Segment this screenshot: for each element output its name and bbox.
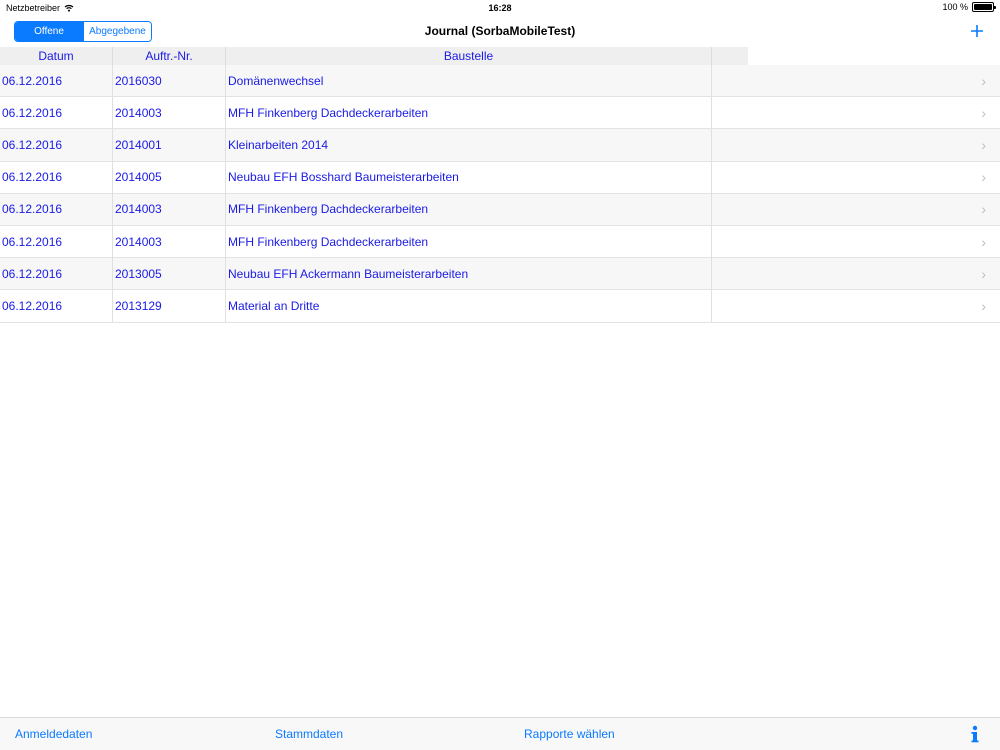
chevron-right-icon: › [981, 169, 986, 186]
row-order-number: 2016030 [113, 65, 226, 97]
row-site: Kleinarbeiten 2014 [226, 129, 712, 161]
anmeldedaten-button[interactable]: Anmeldedaten [15, 727, 92, 741]
column-header-extra [712, 47, 748, 65]
chevron-right-icon: › [981, 136, 986, 153]
status-bar: Netzbetreiber 16:28 100 % [0, 0, 1000, 16]
row-order-number: 2013005 [113, 258, 226, 290]
journal-list: 06.12.2016 2016030 Domänenwechsel › 06.1… [0, 65, 1000, 323]
row-date: 06.12.2016 [0, 258, 113, 290]
row-date: 06.12.2016 [0, 290, 113, 322]
battery-info: 100 % [942, 2, 996, 12]
table-row[interactable]: 06.12.2016 2014003 MFH Finkenberg Dachde… [0, 97, 1000, 130]
info-button[interactable] [970, 724, 980, 744]
table-row[interactable]: 06.12.2016 2013129 Material an Dritte › [0, 290, 1000, 323]
row-order-number: 2014003 [113, 193, 226, 225]
row-order-number: 2014003 [113, 225, 226, 258]
row-date: 06.12.2016 [0, 97, 113, 129]
row-date: 06.12.2016 [0, 193, 113, 225]
battery-icon [972, 2, 996, 12]
chevron-right-icon: › [981, 104, 986, 121]
row-site: Domänenwechsel [226, 65, 712, 97]
column-header-datum[interactable]: Datum [0, 47, 113, 65]
bottom-toolbar: Anmeldedaten Stammdaten Rapporte wählen [0, 717, 1000, 750]
status-time: 16:28 [488, 3, 512, 13]
row-site: MFH Finkenberg Dachdeckerarbeiten [226, 225, 712, 258]
stammdaten-button[interactable]: Stammdaten [275, 727, 343, 741]
table-header: Datum Auftr.-Nr. Baustelle [0, 47, 748, 65]
navigation-bar: Offene Abgegebene Journal (SorbaMobileTe… [0, 16, 1000, 47]
chevron-right-icon: › [981, 72, 986, 89]
chevron-right-icon: › [981, 201, 986, 218]
info-icon [971, 725, 979, 743]
rapporte-waehlen-button[interactable]: Rapporte wählen [524, 727, 615, 741]
chevron-right-icon: › [981, 265, 986, 282]
row-site: Material an Dritte [226, 290, 712, 322]
row-order-number: 2014001 [113, 129, 226, 161]
row-order-number: 2014003 [113, 97, 226, 129]
add-button[interactable] [968, 20, 986, 42]
chevron-right-icon: › [981, 297, 986, 314]
row-date: 06.12.2016 [0, 129, 113, 161]
table-row[interactable]: 06.12.2016 2016030 Domänenwechsel › [0, 65, 1000, 98]
battery-label: 100 % [942, 2, 968, 12]
table-row[interactable]: 06.12.2016 2014005 Neubau EFH Bosshard B… [0, 161, 1000, 194]
row-site: MFH Finkenberg Dachdeckerarbeiten [226, 193, 712, 225]
row-date: 06.12.2016 [0, 225, 113, 258]
table-row[interactable]: 06.12.2016 2014003 MFH Finkenberg Dachde… [0, 225, 1000, 259]
plus-icon [971, 25, 983, 37]
column-header-baustelle[interactable]: Baustelle [226, 47, 712, 65]
page-title: Journal (SorbaMobileTest) [424, 24, 576, 38]
app-screen: Netzbetreiber 16:28 100 % Offene Abgegeb… [0, 0, 1000, 750]
column-header-auftrag[interactable]: Auftr.-Nr. [113, 47, 226, 65]
row-site: Neubau EFH Bosshard Baumeisterarbeiten [226, 161, 712, 193]
table-row[interactable]: 06.12.2016 2014001 Kleinarbeiten 2014 › [0, 129, 1000, 162]
row-date: 06.12.2016 [0, 161, 113, 193]
chevron-right-icon: › [981, 233, 986, 250]
row-site: MFH Finkenberg Dachdeckerarbeiten [226, 97, 712, 129]
row-order-number: 2013129 [113, 290, 226, 322]
table-row[interactable]: 06.12.2016 2014003 MFH Finkenberg Dachde… [0, 193, 1000, 226]
table-row[interactable]: 06.12.2016 2013005 Neubau EFH Ackermann … [0, 258, 1000, 291]
row-site: Neubau EFH Ackermann Baumeisterarbeiten [226, 258, 712, 290]
row-date: 06.12.2016 [0, 65, 113, 97]
row-order-number: 2014005 [113, 161, 226, 193]
